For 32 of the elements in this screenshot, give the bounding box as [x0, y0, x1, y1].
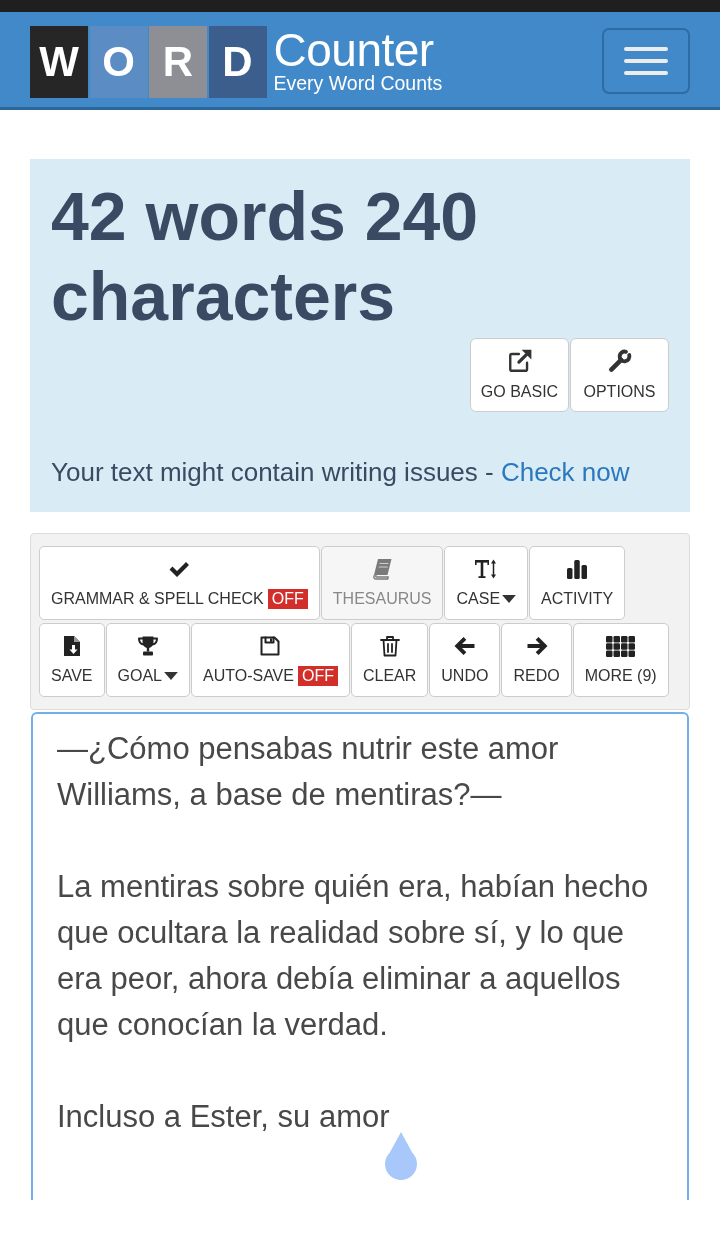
undo-button[interactable]: UNDO — [429, 623, 501, 697]
text-editor[interactable]: —¿Cómo pensabas nutrir este amor Williams, a base de mentiras?— La mentiras sobre quién era, habían hecho que ocultara la realidad sobre sí, y lo que era peor, ahora debía eliminar a aquellos que conocían la verdad. Incluso a Ester, su amor — [31, 712, 689, 1200]
check-now-link[interactable]: Check now — [500, 457, 630, 487]
activity-button[interactable]: ACTIVITY — [529, 546, 626, 620]
menu-icon — [624, 47, 668, 75]
logo-title[interactable]: Counter — [273, 29, 443, 72]
logo-tagline: Every Word Counts — [273, 72, 443, 94]
status-badge: OFF — [297, 666, 338, 686]
save-button[interactable]: SAVE — [39, 623, 105, 697]
menu-button[interactable] — [602, 28, 690, 94]
trophy-icon — [135, 634, 160, 658]
text-height-icon — [474, 557, 499, 581]
logo-letter-tile[interactable]: D — [208, 26, 267, 98]
grid-icon — [606, 635, 636, 657]
case-button[interactable]: CASE — [444, 546, 529, 620]
trash-icon — [377, 634, 402, 658]
wrench-icon — [606, 348, 633, 374]
word-count-headline: 42 words 240 characters — [51, 177, 480, 336]
writing-issues-notice: Your text might contain writing issues - Check now — [51, 456, 631, 489]
redo-button[interactable]: REDO — [501, 623, 572, 697]
options-button[interactable]: OPTIONS — [570, 338, 669, 412]
auto-save-button[interactable]: AUTO-SAVE OFF — [190, 623, 350, 697]
clear-button[interactable]: CLEAR — [350, 623, 429, 697]
bar-chart-icon — [565, 557, 590, 581]
go-basic-button[interactable]: GO BASIC — [470, 338, 569, 412]
grammar-check-button[interactable]: GRAMMAR & SPELL CHECK OFF — [39, 546, 320, 620]
goal-button[interactable]: GOAL — [105, 623, 190, 697]
status-badge: OFF — [267, 589, 308, 609]
external-link-icon — [506, 348, 533, 374]
arrow-left-icon — [452, 634, 477, 658]
logo-letter-tile[interactable]: W — [30, 26, 88, 98]
more-button[interactable]: MORE (9) — [572, 623, 669, 697]
